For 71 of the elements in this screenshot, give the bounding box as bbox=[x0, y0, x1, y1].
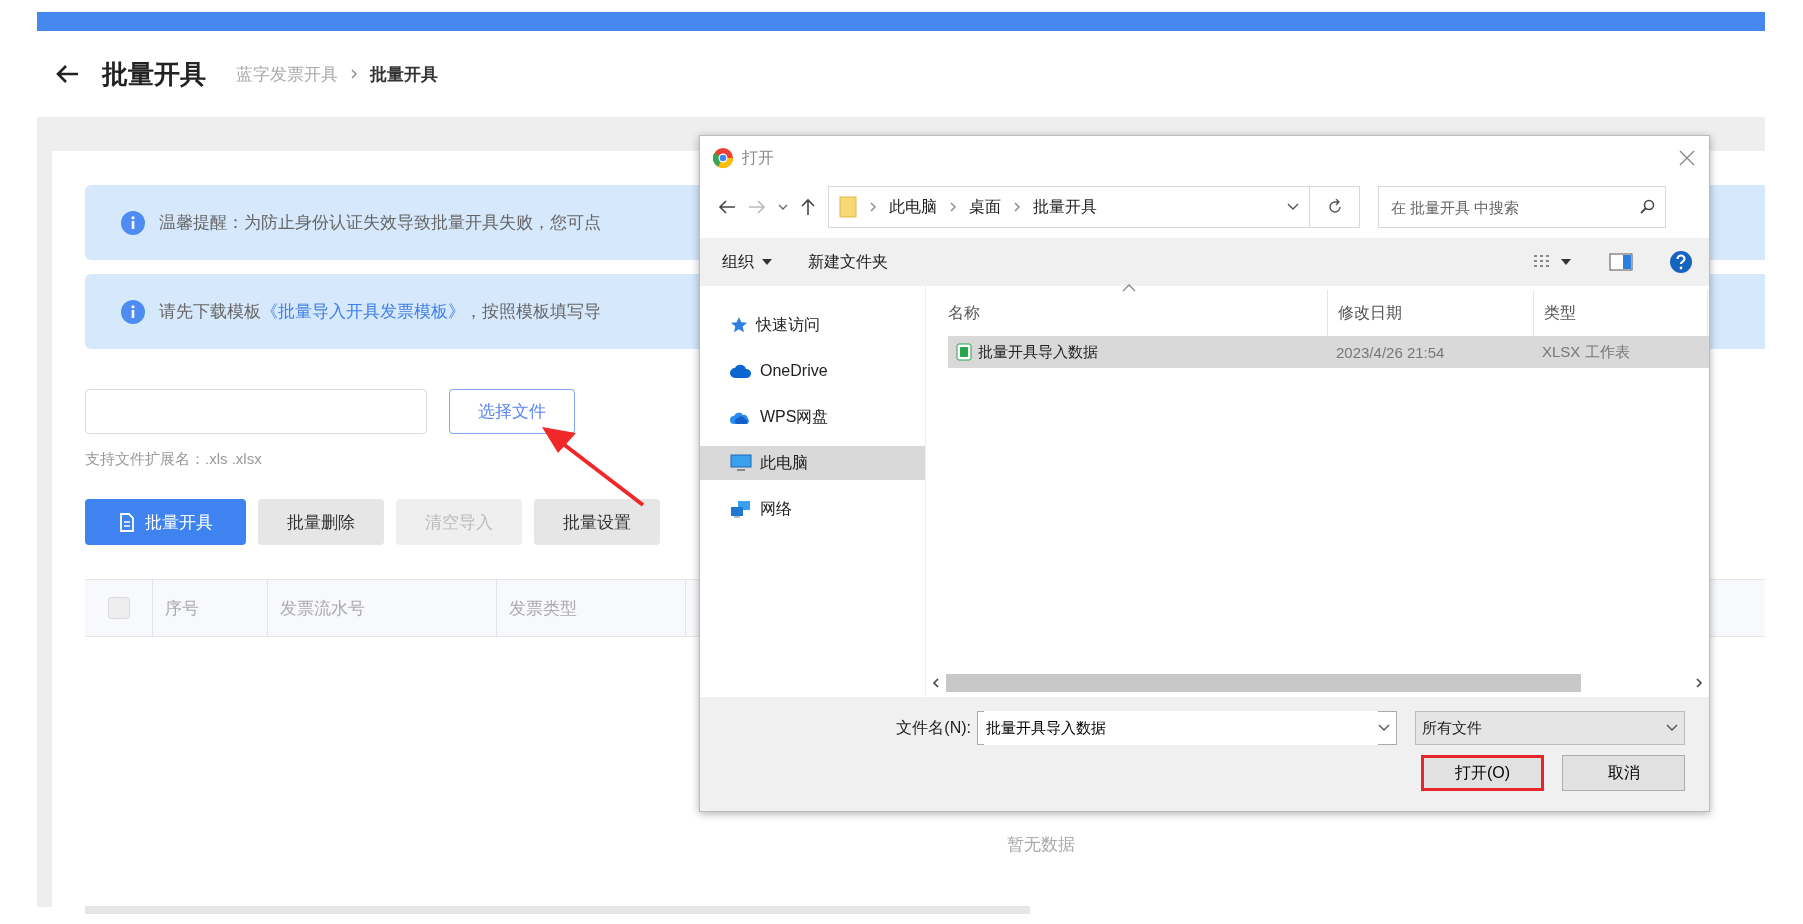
column-header[interactable]: 修改日期 bbox=[1338, 302, 1402, 324]
document-icon bbox=[118, 512, 135, 532]
file-path-field[interactable] bbox=[85, 389, 427, 434]
scroll-thumb[interactable] bbox=[946, 674, 1581, 692]
help-icon[interactable] bbox=[1669, 250, 1693, 274]
view-options-icon[interactable] bbox=[1533, 254, 1573, 270]
path-segment[interactable]: 此电脑 bbox=[889, 196, 937, 218]
nav-item[interactable]: WPS网盘 bbox=[700, 400, 925, 434]
back-arrow-icon[interactable] bbox=[56, 64, 80, 84]
close-icon[interactable] bbox=[1679, 150, 1695, 166]
browser-logo-icon bbox=[712, 147, 734, 169]
select-all-checkbox[interactable] bbox=[107, 597, 130, 619]
search-icon bbox=[1639, 199, 1655, 215]
network-icon bbox=[730, 500, 752, 518]
path-segment[interactable]: 桌面 bbox=[969, 196, 1001, 218]
toolbar-button[interactable]: 新建文件夹 bbox=[808, 251, 888, 273]
scroll-left-icon[interactable] bbox=[932, 677, 940, 689]
dialog-button[interactable]: 取消 bbox=[1562, 755, 1685, 791]
path-separator-icon bbox=[949, 201, 957, 213]
scroll-right-icon[interactable] bbox=[1695, 677, 1703, 689]
refresh-icon bbox=[1326, 199, 1343, 215]
info-icon bbox=[121, 210, 145, 235]
info-icon bbox=[121, 299, 145, 324]
preview-pane-icon[interactable] bbox=[1609, 253, 1633, 271]
choose-file-button[interactable]: 选择文件 bbox=[449, 389, 575, 434]
up-arrow-icon[interactable] bbox=[800, 198, 816, 216]
page-title: 批量开具 bbox=[102, 57, 206, 91]
notice-text: 请先下载模板《批量导入开具发票模板》，按照模板填写导 bbox=[159, 301, 601, 323]
file-type-select[interactable]: 所有文件 bbox=[1415, 711, 1685, 745]
toolbar-button[interactable]: 组织 bbox=[722, 251, 772, 273]
scrollbar[interactable] bbox=[85, 906, 1030, 914]
column-header: 发票流水号 bbox=[280, 597, 365, 620]
nav-item[interactable]: 此电脑 bbox=[700, 446, 925, 480]
column-header: 序号 bbox=[165, 597, 199, 620]
dialog-button[interactable]: 打开(O) bbox=[1421, 755, 1544, 791]
file-type-hint: 支持文件扩展名：.xls .xlsx bbox=[85, 450, 262, 469]
monitor-icon bbox=[730, 454, 752, 472]
nav-item[interactable]: OneDrive bbox=[700, 354, 925, 388]
action-button[interactable]: 批量开具 bbox=[85, 499, 246, 545]
dropdown-icon[interactable] bbox=[1378, 724, 1390, 732]
cloud-icon bbox=[730, 364, 752, 378]
empty-message: 暂无数据 bbox=[1007, 834, 1076, 856]
breadcrumb-item: 批量开具 bbox=[370, 63, 438, 86]
spreadsheet-icon bbox=[956, 343, 972, 361]
path-separator-icon bbox=[869, 201, 877, 213]
notice-text: 温馨提醒：为防止身份认证失效导致批量开具失败，您可点 bbox=[159, 212, 601, 234]
column-header[interactable]: 类型 bbox=[1544, 302, 1576, 324]
file-name: 批量开具导入数据 bbox=[978, 342, 1098, 362]
file-type: XLSX 工作表 bbox=[1542, 342, 1630, 362]
nav-item[interactable]: 快速访问 bbox=[700, 308, 925, 342]
address-bar[interactable]: 此电脑 桌面 批量开具 bbox=[828, 186, 1310, 228]
column-header[interactable]: 名称 bbox=[948, 302, 980, 324]
refresh-button[interactable] bbox=[1310, 186, 1360, 228]
dropdown-icon[interactable] bbox=[1287, 203, 1299, 211]
back-arrow-icon[interactable] bbox=[718, 199, 736, 215]
action-button[interactable]: 批量删除 bbox=[258, 499, 384, 545]
folder-icon bbox=[839, 196, 857, 218]
column-header: 发票类型 bbox=[509, 597, 577, 620]
path-separator-icon bbox=[1013, 201, 1021, 213]
nav-item[interactable]: 网络 bbox=[700, 492, 925, 526]
history-caret-icon[interactable] bbox=[778, 203, 788, 211]
breadcrumb-separator-icon bbox=[350, 68, 358, 80]
action-button[interactable]: 批量设置 bbox=[534, 499, 660, 545]
file-date: 2023/4/26 21:54 bbox=[1336, 343, 1445, 361]
star-icon bbox=[730, 316, 748, 334]
file-row[interactable]: 批量开具导入数据 2023/4/26 21:54 XLSX 工作表 bbox=[948, 336, 1709, 368]
path-segment[interactable]: 批量开具 bbox=[1033, 196, 1097, 218]
dialog-title: 打开 bbox=[742, 147, 774, 168]
sort-caret-icon[interactable] bbox=[1122, 284, 1136, 292]
dropdown-icon[interactable] bbox=[1666, 724, 1678, 732]
file-name-label: 文件名(N): bbox=[896, 717, 971, 738]
